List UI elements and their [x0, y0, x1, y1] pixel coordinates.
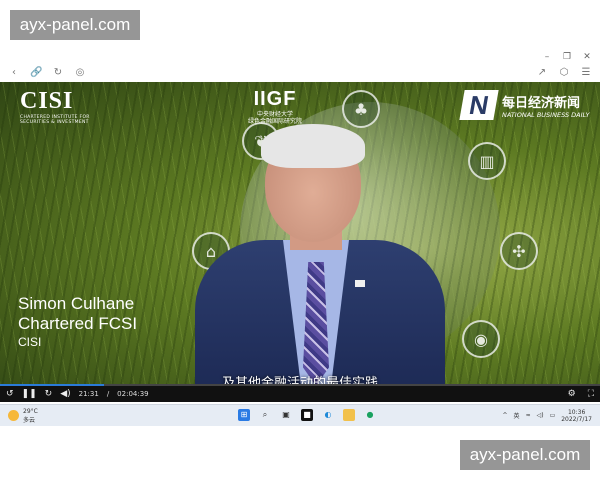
speaker-lower-third: Simon Culhane Chartered FCSI CISI: [18, 294, 137, 350]
clock[interactable]: 10:36 2022/7/17: [561, 409, 592, 423]
search-icon[interactable]: ⌕: [259, 409, 271, 421]
nbd-mark: N: [459, 90, 499, 120]
pause-icon[interactable]: ❚❚: [22, 389, 37, 399]
clock-date: 2022/7/17: [561, 415, 592, 423]
battery-icon[interactable]: ▭: [550, 412, 556, 419]
cube-icon[interactable]: ⬡: [558, 67, 570, 79]
cisi-logo-text: CISI: [20, 88, 74, 114]
iigf-logo-cn: 中央财经大学: [257, 111, 294, 118]
wind-turbine-icon: ✣: [500, 232, 538, 270]
restore-button[interactable]: ❐: [562, 52, 572, 62]
forward-icon[interactable]: ↻: [45, 389, 53, 399]
taskbar: 29°C 多云 ⊞ ⌕ ▣ ■ ◐ ● ^ 英 ≈ ◁) ▭ 10:36 202…: [0, 404, 600, 426]
file-explorer-icon[interactable]: [343, 409, 355, 421]
browser-app-icon[interactable]: ●: [364, 409, 376, 421]
browser-toolbar: ‹ 🔗 ↻ ◎ ↗ ⬡ ☰: [0, 64, 600, 82]
fullscreen-icon[interactable]: ⛶: [588, 389, 594, 399]
watermark-bottom: ayx-panel.com: [460, 440, 590, 470]
weather-condition: 多云: [23, 416, 36, 424]
iigf-logo-text: IIGF: [253, 88, 297, 110]
task-view-icon[interactable]: ▣: [280, 409, 292, 421]
start-menu-icon[interactable]: ⊞: [238, 409, 250, 421]
tray-expand-icon[interactable]: ^: [503, 412, 508, 419]
refresh-icon[interactable]: ↻: [52, 67, 64, 79]
rewind-icon[interactable]: ↺: [6, 389, 14, 399]
speaker-org: CISI: [18, 335, 42, 349]
hand-globe-icon: ◉: [462, 320, 500, 358]
watermark-text: ayx-panel.com: [469, 445, 581, 464]
share-icon[interactable]: ↗: [536, 67, 548, 79]
speaker-title: Chartered FCSI: [18, 314, 138, 333]
menu-icon[interactable]: ☰: [580, 67, 592, 79]
back-icon[interactable]: ‹: [8, 67, 20, 79]
watermark-text: ayx-panel.com: [19, 15, 131, 34]
player-controls: ↺ ❚❚ ↻ ◀) 21:31 / 02:04:39 ⚙ ⛶: [0, 384, 600, 402]
globe-icon[interactable]: ◎: [74, 67, 86, 79]
cisi-logo-subtext: CHARTERED INSTITUTE FOR SECURITIES & INV…: [20, 115, 90, 125]
weather-widget[interactable]: 29°C 多云: [8, 408, 38, 424]
nbd-logo-en: NATIONAL BUSINESS DAILY: [502, 110, 590, 119]
progress-bar[interactable]: [0, 384, 600, 386]
minimize-button[interactable]: –: [542, 52, 552, 62]
cisi-logo: CISI CHARTERED INSTITUTE FOR SECURITIES …: [20, 88, 100, 125]
taskbar-apps: ⊞ ⌕ ▣ ■ ◐ ●: [238, 409, 376, 421]
system-tray: ^ 英 ≈ ◁) ▭ 10:36 2022/7/17: [503, 409, 592, 423]
app-icon[interactable]: ■: [301, 409, 313, 421]
current-time: 21:31: [78, 390, 99, 398]
link-icon[interactable]: 🔗: [30, 67, 42, 79]
progress-fill: [0, 384, 104, 386]
ime-indicator[interactable]: 英: [514, 411, 520, 420]
screen: ayx-panel.com – ❐ ✕ ‹ 🔗 ↻ ◎ ↗ ⬡ ☰ ♣ ▥ ⌂ …: [0, 0, 600, 480]
clock-time: 10:36: [567, 408, 586, 416]
factory-icon: ▥: [468, 142, 506, 180]
nbd-logo-cn: 每日经济新闻: [502, 95, 581, 111]
volume-tray-icon[interactable]: ◁): [537, 412, 544, 419]
close-button[interactable]: ✕: [582, 52, 592, 62]
settings-icon[interactable]: ⚙: [568, 389, 576, 399]
weather-sun-icon: [8, 410, 19, 421]
window-controls: – ❐ ✕: [542, 52, 592, 62]
volume-icon[interactable]: ◀): [60, 389, 70, 399]
edge-icon[interactable]: ◐: [322, 409, 334, 421]
weather-temperature: 29°C: [23, 407, 38, 415]
nbd-logo: N 每日经济新闻 NATIONAL BUSINESS DAILY: [459, 90, 590, 120]
duration: 02:04:39: [117, 390, 149, 398]
iigf-logo: IIGF 中央财经大学 绿色金融国际研究院: [248, 88, 302, 125]
time-separator: /: [106, 390, 110, 398]
speaker-figure: [195, 122, 445, 386]
watermark-top: ayx-panel.com: [10, 10, 140, 40]
video-player[interactable]: ♣ ▥ ⌂ ✣ ◉ ❦ CISI CHARTERED INSTITUTE FOR…: [0, 82, 600, 386]
speaker-name: Simon Culhane: [18, 294, 135, 313]
wifi-icon[interactable]: ≈: [526, 412, 531, 419]
